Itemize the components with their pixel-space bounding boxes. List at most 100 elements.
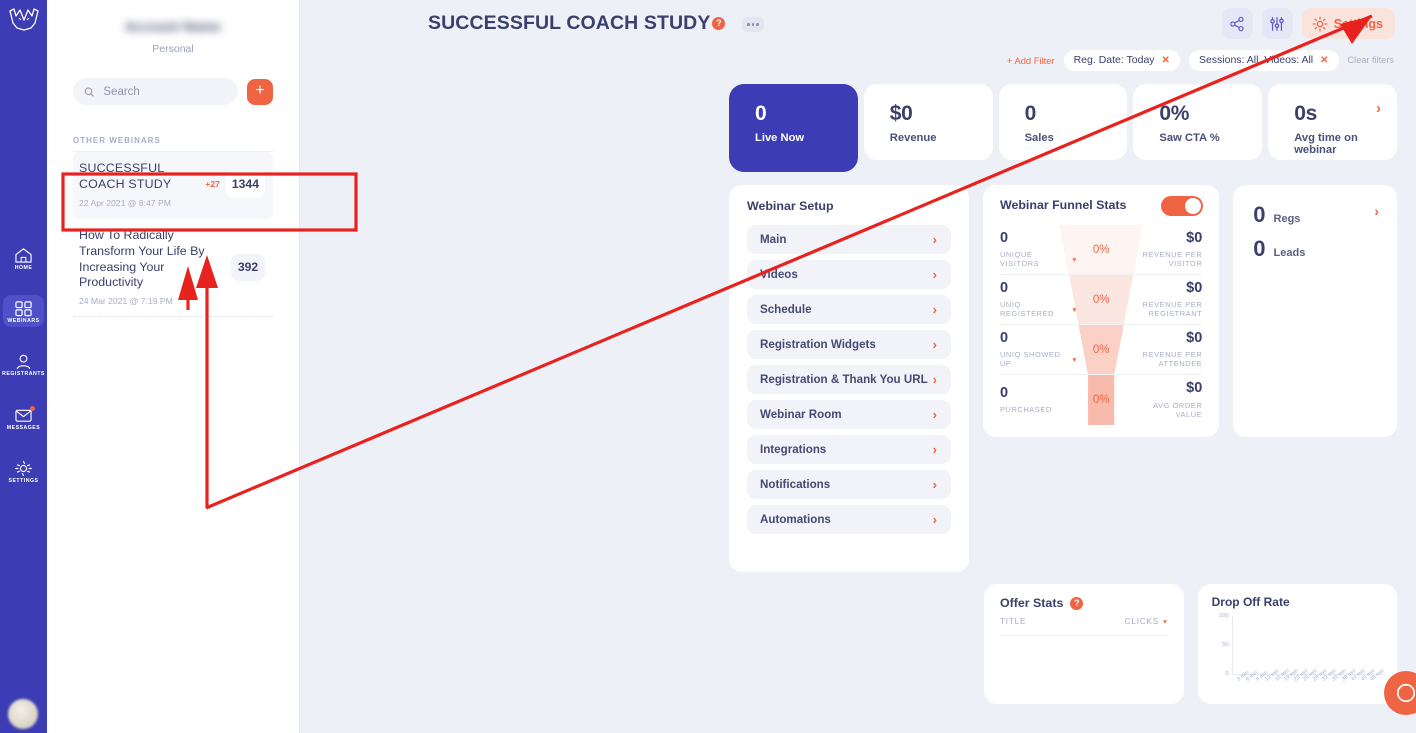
- funnel-row: 0 UNIQ SHOWED UP ▾ 0% $0 REVENUE PER ATT…: [1000, 325, 1203, 375]
- column-setup: Webinar Setup Main › Videos › Schedule ›: [729, 185, 969, 572]
- search-box[interactable]: [73, 78, 238, 105]
- list-item[interactable]: How To Radically Transform Your Life By …: [73, 219, 273, 318]
- funnel-money: $0: [1186, 380, 1203, 397]
- webinar-funnel-card: Webinar Funnel Stats 0 UNIQUE VISITORS ▾…: [983, 185, 1220, 437]
- y-tick-0: 0: [1225, 671, 1229, 677]
- funnel-count: 0: [1000, 229, 1009, 246]
- settings-label: Settings: [1333, 16, 1383, 31]
- offer-stats-title: Offer Stats: [1000, 596, 1064, 610]
- setup-item-registration-thank-you-url[interactable]: Registration & Thank You URL ›: [747, 365, 951, 394]
- chart-y-axis: 100 50 0: [1212, 613, 1232, 677]
- chevron-down-icon[interactable]: ▾: [1072, 255, 1076, 264]
- chevron-down-icon[interactable]: ▾: [1072, 355, 1076, 364]
- grid-icon: [15, 301, 32, 317]
- kpi-row: 0 Live Now $0 Revenue 0 Sales 0% Saw CTA…: [300, 73, 1416, 172]
- setup-item-registration-widgets[interactable]: Registration Widgets ›: [747, 330, 951, 359]
- close-icon[interactable]: ✕: [1320, 55, 1328, 66]
- kpi-label: Avg time on webinar: [1294, 132, 1358, 156]
- funnel-caption-text: UNIQUE VISITORS: [1000, 250, 1040, 269]
- main-content: SUCCESSFUL COACH STUDY? Settings + Add F…: [300, 0, 1416, 733]
- filter-chip-reg-date[interactable]: Reg. Date: Today ✕: [1063, 49, 1180, 71]
- setup-item-webinar-room[interactable]: Webinar Room ›: [747, 400, 951, 429]
- kpi-card-avg-time[interactable]: 0s Avg time on webinar ›: [1268, 84, 1397, 160]
- kpi-card-revenue[interactable]: $0 Revenue: [863, 84, 993, 160]
- toggle-knob: [1185, 198, 1202, 214]
- help-chat-button[interactable]: [1384, 671, 1416, 715]
- filter-bar: + Add Filter Reg. Date: Today ✕ Sessions…: [300, 47, 1416, 73]
- list-item[interactable]: SUCCESSFUL COACH STUDY 22 Apr 2021 @ 8:4…: [73, 152, 273, 219]
- chevron-right-icon[interactable]: ›: [1376, 100, 1381, 117]
- filter-chip-label: Reg. Date: Today: [1073, 54, 1155, 66]
- chevron-right-icon: ›: [932, 477, 937, 492]
- setup-item-integrations[interactable]: Integrations ›: [747, 435, 951, 464]
- kpi-card-live-now[interactable]: 0 Live Now: [729, 84, 858, 172]
- offer-col-clicks[interactable]: CLICKS ▾: [1125, 617, 1168, 626]
- close-icon[interactable]: ✕: [1162, 55, 1170, 66]
- add-webinar-button[interactable]: +: [247, 78, 273, 105]
- funnel-caption-text: PURCHASED: [1000, 405, 1052, 415]
- sidebar-item-webinars[interactable]: WEBINARS: [3, 295, 44, 328]
- funnel-caption[interactable]: UNIQUE VISITORS ▾: [1000, 250, 1077, 268]
- regs-leads-card: › 0 Regs 0 Leads: [1233, 185, 1397, 437]
- chevron-down-icon[interactable]: ▾: [1072, 305, 1076, 314]
- add-filter-button[interactable]: + Add Filter: [1007, 55, 1055, 66]
- gear-icon: [15, 460, 32, 476]
- help-icon[interactable]: ?: [712, 16, 726, 30]
- chevron-right-icon[interactable]: ›: [1374, 203, 1379, 219]
- funnel-body: 0 UNIQUE VISITORS ▾ 0% $0 REVENUE PER VI…: [1000, 225, 1203, 425]
- settings-button[interactable]: Settings: [1301, 8, 1395, 39]
- offer-stats-head: Offer Stats ?: [1000, 596, 1168, 610]
- funnel-left: 0 UNIQUE VISITORS ▾: [1000, 231, 1077, 269]
- funnel-right: $0 AVG ORDER VALUE: [1125, 381, 1202, 419]
- share-button[interactable]: [1221, 8, 1253, 39]
- more-options-button[interactable]: [741, 17, 764, 33]
- sidebar-item-messages[interactable]: MESSAGES: [3, 402, 44, 434]
- leads-row: 0 Leads: [1253, 238, 1377, 260]
- share-icon: [1230, 16, 1244, 31]
- dot-2: [751, 23, 755, 26]
- kpi-card-sales[interactable]: 0 Sales: [998, 84, 1128, 160]
- setup-item-main[interactable]: Main ›: [747, 225, 951, 254]
- kpi-card-saw-cta[interactable]: 0% Saw CTA %: [1133, 84, 1263, 160]
- section-label-other-webinars: OTHER WEBINARS: [73, 136, 273, 152]
- setup-item-notifications[interactable]: Notifications ›: [747, 470, 951, 499]
- clear-filters-button[interactable]: Clear filters: [1348, 55, 1394, 65]
- funnel-left: 0 PURCHASED: [1000, 386, 1077, 415]
- dot-3: [756, 23, 759, 26]
- funnel-caption[interactable]: UNIQ REGISTERED ▾: [1000, 300, 1077, 318]
- funnel-toggle[interactable]: [1161, 196, 1204, 216]
- offer-stats-card: Offer Stats ? TITLE CLICKS ▾: [984, 584, 1184, 704]
- chevron-right-icon: ›: [932, 442, 937, 457]
- webinar-setup-card: Webinar Setup Main › Videos › Schedule ›: [729, 185, 969, 572]
- setup-item-schedule[interactable]: Schedule ›: [747, 295, 951, 324]
- offer-col-title: TITLE: [1000, 617, 1027, 626]
- funnel-caption[interactable]: UNIQ SHOWED UP ▾: [1000, 350, 1077, 368]
- drop-off-rate-chart-card: Drop Off Rate 100 50 0 3 min 6 min 9 min 12…: [1197, 584, 1397, 704]
- rail-label-settings: SETTINGS: [8, 477, 39, 484]
- setup-item-automations[interactable]: Automations ›: [747, 505, 951, 534]
- help-icon[interactable]: ?: [1070, 596, 1084, 610]
- account-block[interactable]: Account Name Personal: [73, 0, 273, 55]
- webinar-title: How To Radically Transform Your Life By …: [79, 227, 205, 290]
- page-title: SUCCESSFUL COACH STUDY?: [428, 12, 764, 35]
- filters-button[interactable]: [1261, 8, 1293, 39]
- setup-item-label: Integrations: [760, 443, 827, 456]
- content-grid: Webinar Setup Main › Videos › Schedule ›: [300, 172, 1416, 572]
- setup-item-videos[interactable]: Videos ›: [747, 260, 951, 289]
- funnel-percent: 0%: [1092, 243, 1110, 256]
- column-funnel: Webinar Funnel Stats 0 UNIQUE VISITORS ▾…: [983, 185, 1220, 437]
- kpi-value: 0: [1024, 102, 1037, 125]
- kpi-label: Live Now: [755, 132, 805, 144]
- search-input[interactable]: [103, 85, 227, 98]
- leads-label: Leads: [1273, 247, 1306, 259]
- search-icon: [84, 87, 94, 97]
- sidebar-item-registrants[interactable]: REGISTRANTS: [2, 348, 44, 380]
- app-logo[interactable]: [4, 4, 44, 34]
- sidebar-item-settings[interactable]: SETTINGS: [3, 455, 44, 487]
- y-tick-100: 100: [1219, 613, 1229, 619]
- setup-item-label: Registration Widgets: [760, 338, 876, 351]
- sidebar-item-home[interactable]: HOME: [3, 242, 44, 274]
- chevron-down-icon[interactable]: ▾: [1163, 617, 1168, 626]
- filter-chip-sessions-videos[interactable]: Sessions: All, Videos: All ✕: [1188, 49, 1339, 71]
- avatar[interactable]: [8, 699, 38, 729]
